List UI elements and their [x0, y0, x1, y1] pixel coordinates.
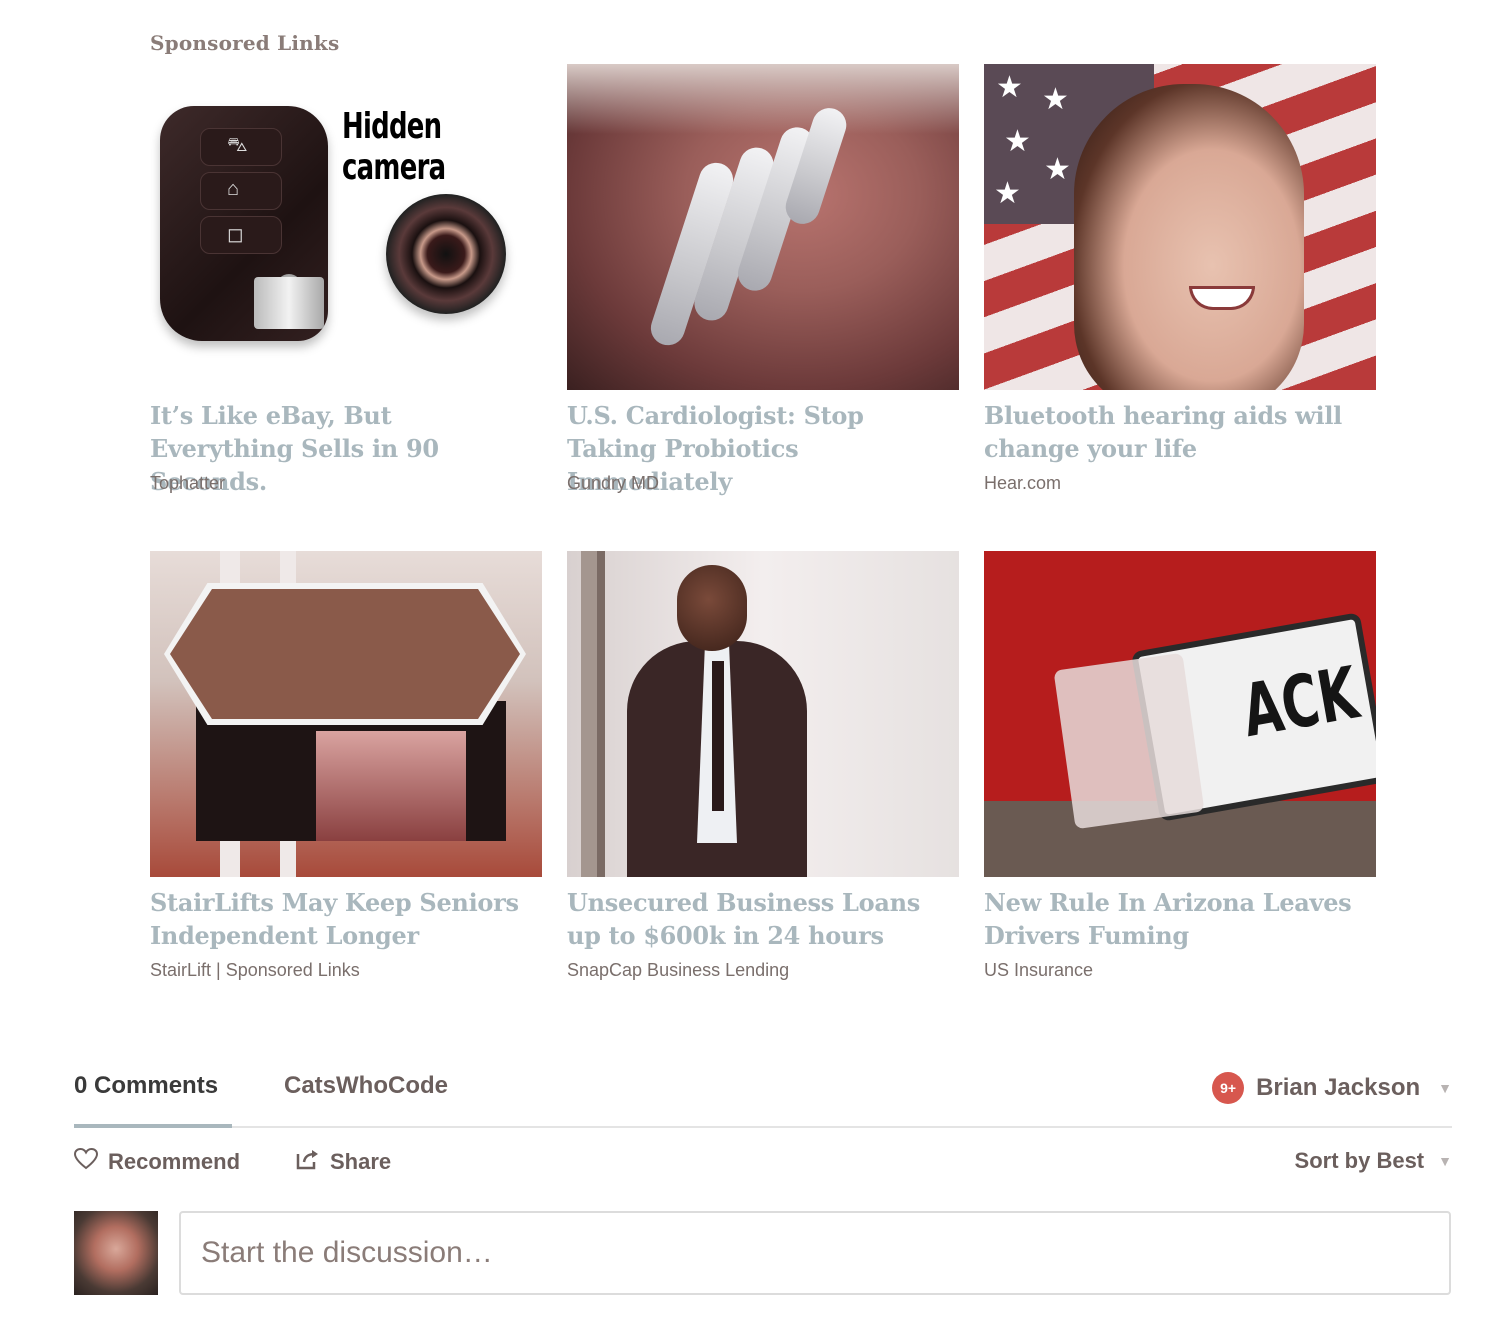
share-label: Share [330, 1148, 392, 1174]
man-head-image [677, 565, 747, 651]
car-key-fob-image: ⛍ ⌂ ◻ [160, 106, 328, 341]
sponsored-card[interactable]: ACK New Rule In Arizona Leaves Drivers F… [984, 551, 1376, 981]
camera-lens-image [386, 194, 506, 314]
card-title[interactable]: New Rule In Arizona Leaves Drivers Fumin… [984, 886, 1376, 952]
card-thumbnail-license-plate[interactable]: ACK [984, 551, 1376, 877]
card-thumbnail-hearing-aid[interactable]: ★ ★ ★ ★ ★ [984, 64, 1376, 390]
sponsored-card[interactable]: StairLifts May Keep Seniors Independent … [150, 551, 542, 981]
chevron-down-icon: ▼ [1438, 1153, 1452, 1169]
card-source: Hear.com [984, 473, 1062, 493]
sponsored-card[interactable]: U.S. Cardiologist: Stop Taking Probiotic… [567, 64, 959, 496]
hidden-camera-image-text: Hidden camera [342, 106, 446, 188]
recommend-label: Recommend [108, 1148, 241, 1174]
card-source: US Insurance [984, 960, 1094, 980]
card-source: Gundry MD [567, 473, 660, 493]
discussion-input[interactable] [179, 1211, 1451, 1295]
card-title[interactable]: StairLifts May Keep Seniors Independent … [150, 886, 542, 952]
tab-comments-count[interactable]: 0 Comments [74, 1072, 232, 1128]
heart-icon [73, 1147, 99, 1175]
sponsored-grid: ⛍ ⌂ ◻ Hidden camera It’s Like eBay, But … [150, 64, 1376, 981]
tab-community[interactable]: CatsWhoCode [284, 1072, 448, 1100]
license-plate-text: ACK [1236, 650, 1365, 754]
user-name[interactable]: Brian Jackson [1256, 1074, 1420, 1102]
woman-face-image [1074, 84, 1304, 390]
sponsored-card[interactable]: ⛍ ⌂ ◻ Hidden camera It’s Like eBay, But … [150, 64, 542, 496]
hexagon-table-top [170, 589, 520, 719]
sponsored-card[interactable]: Unsecured Business Loans up to $600k in … [567, 551, 959, 981]
user-menu[interactable]: 9+ Brian Jackson ▼ [1212, 1072, 1452, 1104]
comments-tabs: 0 Comments CatsWhoCode 9+ Brian Jackson … [74, 1072, 1452, 1128]
card-thumbnail-business-man[interactable] [567, 551, 959, 877]
recommend-button[interactable]: Recommend [73, 1147, 241, 1175]
card-title[interactable]: Bluetooth hearing aids will change your … [984, 399, 1376, 465]
card-source: Tophatter [150, 473, 226, 493]
card-title[interactable]: It’s Like eBay, But Everything Sells in … [150, 399, 542, 496]
plate-cover-image [1053, 652, 1205, 830]
card-thumbnail-hidden-camera[interactable]: ⛍ ⌂ ◻ Hidden camera [150, 64, 542, 390]
card-source: SnapCap Business Lending [567, 960, 790, 980]
card-thumbnail-nails[interactable] [567, 64, 959, 390]
comment-actions: Recommend Share Sort by Best ▼ [73, 1147, 1452, 1182]
notification-badge[interactable]: 9+ [1212, 1072, 1245, 1104]
card-title[interactable]: U.S. Cardiologist: Stop Taking Probiotic… [567, 399, 959, 496]
avatar[interactable] [74, 1211, 158, 1295]
share-icon [296, 1148, 320, 1175]
card-title[interactable]: Unsecured Business Loans up to $600k in … [567, 886, 959, 952]
sponsored-card[interactable]: ★ ★ ★ ★ ★ Bluetooth hearing aids will ch… [984, 64, 1376, 494]
sort-dropdown[interactable]: Sort by Best ▼ [1295, 1148, 1452, 1174]
card-source: StairLift | Sponsored Links [150, 960, 360, 980]
card-thumbnail-stairlift[interactable] [150, 551, 542, 877]
sponsored-links-heading: Sponsored Links [150, 31, 340, 55]
chevron-down-icon[interactable]: ▼ [1438, 1080, 1452, 1096]
sort-label: Sort by Best [1294, 1148, 1425, 1173]
share-button[interactable]: Share [296, 1148, 391, 1175]
